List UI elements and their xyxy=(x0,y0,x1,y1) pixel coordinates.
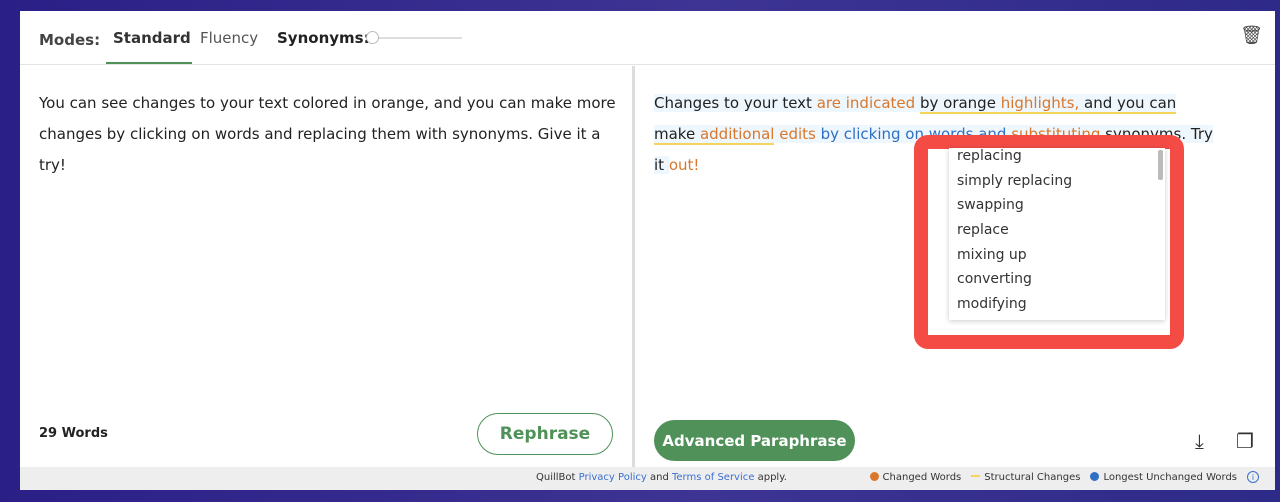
synonym-option[interactable]: replace xyxy=(949,218,1165,243)
synonym-option[interactable]: converting xyxy=(949,267,1165,292)
copy-icon[interactable]: ❐ xyxy=(1236,429,1254,453)
synonym-option[interactable]: replacing xyxy=(949,148,1165,169)
slider-handle[interactable] xyxy=(366,31,379,44)
input-text[interactable]: You can see changes to your text colored… xyxy=(39,88,619,181)
legend-changed-words: Changed Words xyxy=(869,471,961,483)
orange-dot-icon xyxy=(869,471,879,481)
changed-word[interactable]: edits xyxy=(779,125,816,143)
trash-icon[interactable]: 🗑 xyxy=(1240,25,1263,46)
synonym-option[interactable]: simply replacing xyxy=(949,169,1165,194)
terms-link[interactable]: Terms of Service xyxy=(672,472,754,483)
legend: Changed Words Structural Changes Longest… xyxy=(869,471,1259,483)
advanced-paraphrase-button[interactable]: Advanced Paraphrase xyxy=(654,420,855,461)
info-icon[interactable]: i xyxy=(1247,471,1259,483)
output-word[interactable]: Changes to your text xyxy=(654,94,817,112)
synonym-option[interactable]: mixing up xyxy=(949,243,1165,268)
synonym-option[interactable]: swapping xyxy=(949,193,1165,218)
word-count: 29 Words xyxy=(39,426,108,441)
changed-word[interactable]: are indicated xyxy=(817,94,915,112)
privacy-policy-link[interactable]: Privacy Policy xyxy=(579,472,647,483)
tab-standard[interactable]: Standard xyxy=(113,29,191,47)
blue-dot-icon xyxy=(1090,471,1100,481)
changed-word[interactable]: additional xyxy=(699,125,775,145)
rephrase-button[interactable]: Rephrase xyxy=(477,413,613,455)
synonyms-label: Synonyms: xyxy=(277,29,370,47)
structural-change[interactable]: by orange xyxy=(919,94,1001,114)
toolbar: Modes: Standard Fluency Synonyms: 🗑 xyxy=(20,11,1275,65)
footer: QuillBot Privacy Policy and Terms of Ser… xyxy=(20,467,1275,490)
active-tab-indicator xyxy=(106,62,192,64)
download-icon[interactable]: ⤓ xyxy=(1195,429,1204,453)
synonym-option[interactable]: modifying xyxy=(949,292,1165,317)
legend-structural-changes: Structural Changes xyxy=(971,472,1080,483)
pane-divider[interactable] xyxy=(632,66,635,467)
synonyms-dropdown[interactable]: replacing simply replacing swapping repl… xyxy=(949,148,1165,320)
changed-word[interactable]: out! xyxy=(669,156,700,174)
dropdown-scrollbar[interactable] xyxy=(1158,150,1163,180)
modes-label: Modes: xyxy=(39,31,101,49)
legend-unchanged-words: Longest Unchanged Words xyxy=(1090,471,1237,483)
legal-text: QuillBot Privacy Policy and Terms of Ser… xyxy=(536,472,787,483)
changed-word[interactable]: highlights, xyxy=(1000,94,1080,114)
synonyms-slider[interactable] xyxy=(366,31,462,44)
tab-fluency[interactable]: Fluency xyxy=(200,29,258,47)
yellow-dash-icon xyxy=(971,474,981,477)
